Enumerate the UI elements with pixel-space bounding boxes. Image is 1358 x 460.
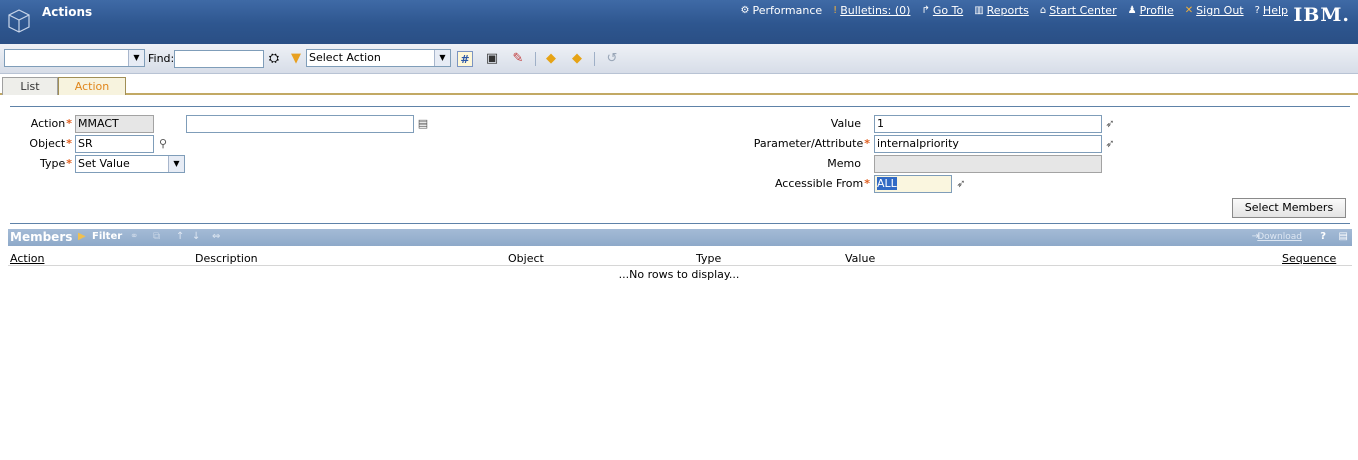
reports-icon: ▥: [974, 5, 984, 16]
toolbar-separator: [594, 52, 595, 66]
title-bar: Actions ⚙ Performance ! Bulletins: (0) ↱…: [0, 0, 1358, 44]
nav-label: Performance: [752, 4, 823, 17]
top-navigation: ⚙ Performance ! Bulletins: (0) ↱ Go To ▥…: [740, 4, 1288, 17]
arrows-horizontal-icon[interactable]: ⇔: [212, 231, 220, 242]
section-divider: [10, 106, 1350, 107]
nav-label: Bulletins: (0): [840, 4, 911, 17]
accessible-from-value: ALL: [877, 177, 897, 190]
nav-help[interactable]: ? Help: [1255, 4, 1288, 17]
clear-filter-icon[interactable]: ⧉: [153, 231, 160, 242]
new-record-icon[interactable]: #: [457, 51, 473, 67]
chevron-down-icon[interactable]: ▼: [168, 156, 184, 172]
select-action-value: Select Action: [309, 51, 381, 64]
nav-bulletins[interactable]: ! Bulletins: (0): [833, 4, 910, 17]
accessible-from-field[interactable]: ALL: [874, 175, 952, 193]
nav-label: Reports: [986, 4, 1029, 17]
column-type: Type: [696, 252, 722, 265]
object-field[interactable]: SR: [75, 135, 154, 153]
chevron-down-icon[interactable]: ▼: [128, 50, 144, 66]
filter-icon[interactable]: ▶: [78, 231, 86, 242]
filter-link[interactable]: Filter: [92, 231, 122, 242]
save-icon[interactable]: ▣: [484, 51, 500, 67]
toolbar-separator: [535, 52, 536, 66]
help-icon: ?: [1254, 5, 1260, 16]
arrow-down-icon[interactable]: ↓: [192, 231, 200, 242]
accessible-from-label: Accessible From*: [774, 177, 870, 190]
nav-label: Help: [1262, 4, 1288, 17]
home-icon: ⌂: [1039, 5, 1047, 16]
nav-profile[interactable]: ♟ Profile: [1128, 4, 1174, 17]
detail-arrow-icon[interactable]: ➶: [1104, 138, 1116, 150]
nav-label: Profile: [1139, 4, 1174, 17]
detail-arrow-icon[interactable]: ➶: [1104, 118, 1116, 130]
memo-label: Memo: [827, 157, 861, 170]
app-title: Actions: [42, 5, 93, 19]
column-action[interactable]: Action: [10, 252, 44, 265]
action-description-field[interactable]: [186, 115, 414, 133]
nav-start-center[interactable]: ⌂ Start Center: [1040, 4, 1117, 17]
saved-query-select[interactable]: ▼: [4, 49, 145, 67]
select-members-button[interactable]: Select Members: [1232, 198, 1346, 218]
nav-label: Start Center: [1049, 4, 1117, 17]
bulletin-icon: !: [833, 5, 838, 16]
binoculars-icon[interactable]: ⛭: [266, 51, 282, 67]
tab-list[interactable]: List: [2, 77, 58, 95]
tab-bar: [0, 77, 1358, 95]
members-title: Members: [10, 230, 73, 244]
empty-table-message: ...No rows to display...: [618, 268, 740, 281]
ibm-logo: IBM.: [1293, 4, 1350, 26]
action-field[interactable]: MMACT: [75, 115, 154, 133]
goto-arrow-icon: ↱: [921, 5, 930, 16]
clear-eraser-icon[interactable]: ✎: [510, 51, 526, 67]
profile-icon: ♟: [1127, 5, 1137, 16]
value-label: Value: [830, 117, 861, 130]
column-description: Description: [195, 252, 258, 265]
members-table-header-bar: Members ▶ Filter ⚭ ⧉ ↑ ↓ ⇔ ⇥ Download ? …: [8, 229, 1352, 246]
filter-triangle-icon[interactable]: ▼: [288, 51, 304, 67]
type-label: Type*: [39, 157, 72, 170]
magnifier-lookup-icon[interactable]: ⚲: [157, 138, 169, 150]
tab-action[interactable]: Action: [58, 77, 126, 95]
find-label: Find:: [148, 52, 175, 65]
detail-arrow-icon[interactable]: ➶: [955, 178, 967, 190]
find-input[interactable]: [174, 50, 264, 68]
refresh-icon[interactable]: ↺: [602, 51, 622, 67]
type-value: Set Value: [78, 157, 130, 170]
parameter-attribute-field[interactable]: internalpriority: [874, 135, 1102, 153]
nav-reports[interactable]: ▥ Reports: [974, 4, 1029, 17]
table-header-rule: [8, 265, 1352, 266]
nav-sign-out[interactable]: ✕ Sign Out: [1185, 4, 1244, 17]
long-description-icon[interactable]: ▤: [417, 118, 429, 130]
column-sequence[interactable]: Sequence: [1282, 252, 1336, 265]
app-cube-icon: [8, 9, 30, 33]
action-label: Action*: [30, 117, 72, 130]
chevron-down-icon[interactable]: ▼: [434, 50, 450, 66]
table-maximize-icon[interactable]: ▤: [1339, 231, 1348, 242]
sign-out-icon: ✕: [1184, 5, 1194, 16]
memo-field[interactable]: [874, 155, 1102, 173]
type-select[interactable]: Set Value ▼: [75, 155, 185, 173]
binoculars-icon[interactable]: ⚭: [130, 231, 138, 242]
object-label: Object*: [29, 137, 72, 150]
section-divider: [10, 223, 1350, 224]
nav-label: Go To: [932, 4, 964, 17]
parameter-attribute-label: Parameter/Attribute*: [753, 137, 870, 150]
value-field[interactable]: 1: [874, 115, 1102, 133]
column-value: Value: [845, 252, 876, 265]
help-icon[interactable]: ?: [1320, 231, 1326, 242]
download-link[interactable]: Download: [1257, 232, 1302, 242]
column-object: Object: [508, 252, 544, 265]
performance-icon: ⚙: [740, 5, 750, 16]
select-action-dropdown[interactable]: Select Action ▼: [306, 49, 451, 67]
nav-performance[interactable]: ⚙ Performance: [740, 4, 822, 17]
arrow-up-icon[interactable]: ↑: [176, 231, 184, 242]
nav-goto[interactable]: ↱ Go To: [921, 4, 963, 17]
previous-arrow-icon[interactable]: ◆: [543, 51, 559, 67]
nav-label: Sign Out: [1196, 4, 1244, 17]
next-arrow-icon[interactable]: ◆: [569, 51, 585, 67]
